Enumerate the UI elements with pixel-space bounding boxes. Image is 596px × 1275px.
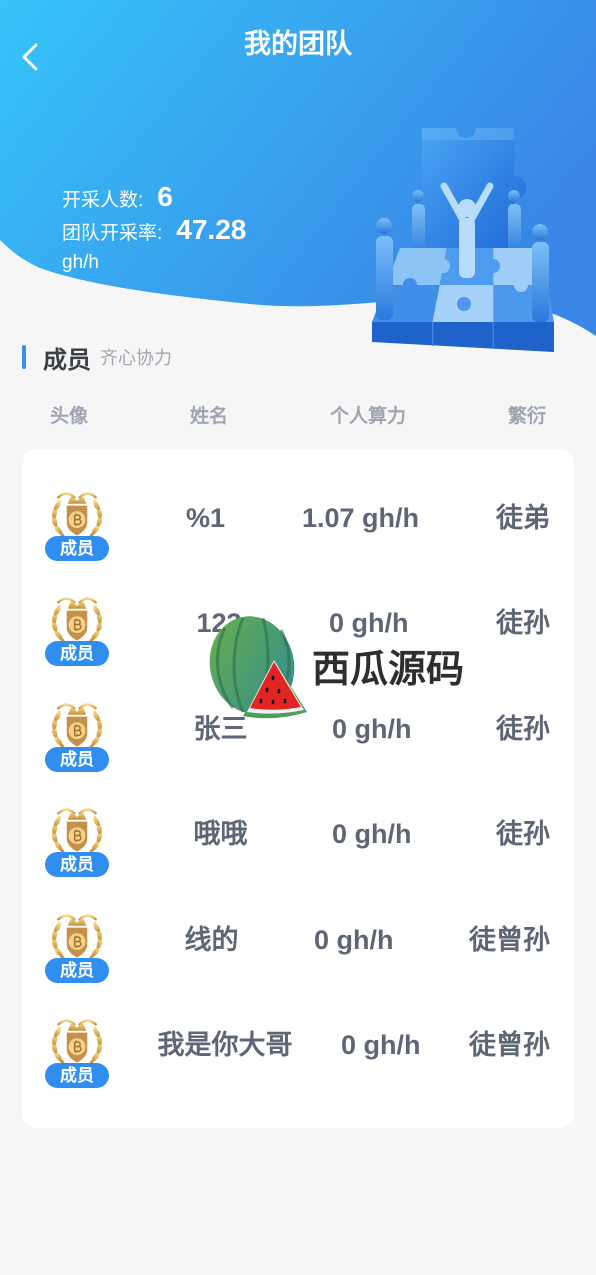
- member-relation: 徒弟: [495, 502, 550, 533]
- member-name: %1: [185, 502, 225, 533]
- bitcoin-badge-icon: [49, 488, 105, 542]
- table-header: 头像 姓名 个人算力 繁衍: [50, 405, 546, 429]
- member-badge: 成员: [45, 852, 109, 878]
- miners-value: 6: [157, 181, 173, 212]
- member-hashrate: 0 gh/h: [341, 1030, 421, 1061]
- miners-label: 开采人数:: [62, 190, 144, 211]
- avatar: 成员: [45, 910, 109, 984]
- member-name: 我是你大哥: [157, 1030, 293, 1061]
- member-badge: 成员: [45, 957, 109, 983]
- member-hashrate: 0 gh/h: [332, 819, 412, 850]
- rate-unit: gh/h: [62, 252, 99, 273]
- member-name: 线的: [184, 924, 239, 955]
- column-name: 姓名: [189, 406, 228, 427]
- member-relation: 徒孙: [495, 608, 550, 639]
- section-title: 成员: [43, 346, 91, 374]
- member-relation: 徒曾孙: [469, 1030, 550, 1061]
- section-accent-bar: [22, 345, 26, 369]
- table-row: 成员 线的 0 gh/h 徒曾孙: [45, 887, 550, 993]
- table-row: 成员 123 0 gh/h 徒孙: [45, 571, 550, 677]
- table-row: 成员 我是你大哥 0 gh/h 徒曾孙: [45, 993, 550, 1099]
- team-stats: 开采人数: 6 团队开采率: 47.28 gh/h: [62, 180, 246, 279]
- bitcoin-badge-icon: [49, 804, 105, 858]
- table-row: 成员 %1 1.07 gh/h 徒弟: [45, 465, 550, 571]
- member-name: 张三: [193, 713, 248, 744]
- column-avatar: 头像: [50, 406, 89, 427]
- member-relation: 徒曾孙: [469, 924, 550, 955]
- member-name: 哦哦: [193, 819, 248, 850]
- member-badge: 成员: [45, 746, 109, 772]
- member-hashrate: 0 gh/h: [332, 713, 412, 744]
- rate-stat: 团队开采率: 47.28: [62, 213, 246, 246]
- member-hashrate: 0 gh/h: [314, 924, 394, 955]
- team-puzzle-illustration: [372, 128, 554, 352]
- member-hashrate: 1.07 gh/h: [301, 502, 419, 533]
- table-row: 成员 哦哦 0 gh/h 徒孙: [45, 782, 550, 888]
- members-section-header: 成员 齐心协力: [22, 342, 172, 374]
- member-badge: 成员: [45, 641, 109, 667]
- column-hashrate: 个人算力: [329, 406, 406, 427]
- section-subtitle: 齐心协力: [100, 348, 172, 368]
- bitcoin-badge-icon: [49, 593, 105, 647]
- bitcoin-badge-icon: [49, 1015, 105, 1069]
- miners-stat: 开采人数: 6: [62, 180, 246, 213]
- member-badge: 成员: [45, 1063, 109, 1089]
- avatar: 成员: [45, 1015, 109, 1089]
- bitcoin-badge-icon: [49, 699, 105, 753]
- bitcoin-badge-icon: [49, 910, 105, 964]
- avatar: 成员: [45, 593, 109, 667]
- column-relation: 繁衍: [507, 406, 546, 427]
- member-badge: 成员: [45, 535, 109, 561]
- member-relation: 徒孙: [496, 713, 550, 744]
- table-row: 成员 张三 0 gh/h 徒孙: [45, 676, 550, 782]
- member-hashrate: 0 gh/h: [329, 608, 409, 639]
- avatar: 成员: [45, 699, 109, 773]
- avatar: 成员: [45, 804, 109, 878]
- rate-value: 47.28: [176, 214, 247, 245]
- avatar: 成员: [45, 488, 109, 562]
- member-name: 123: [196, 608, 242, 639]
- members-list: 成员 %1 1.07 gh/h 徒弟 成员 123 0 gh/h 徒孙 成员 张…: [22, 449, 574, 1128]
- page-title: 我的团队: [244, 29, 352, 59]
- member-relation: 徒孙: [496, 819, 550, 850]
